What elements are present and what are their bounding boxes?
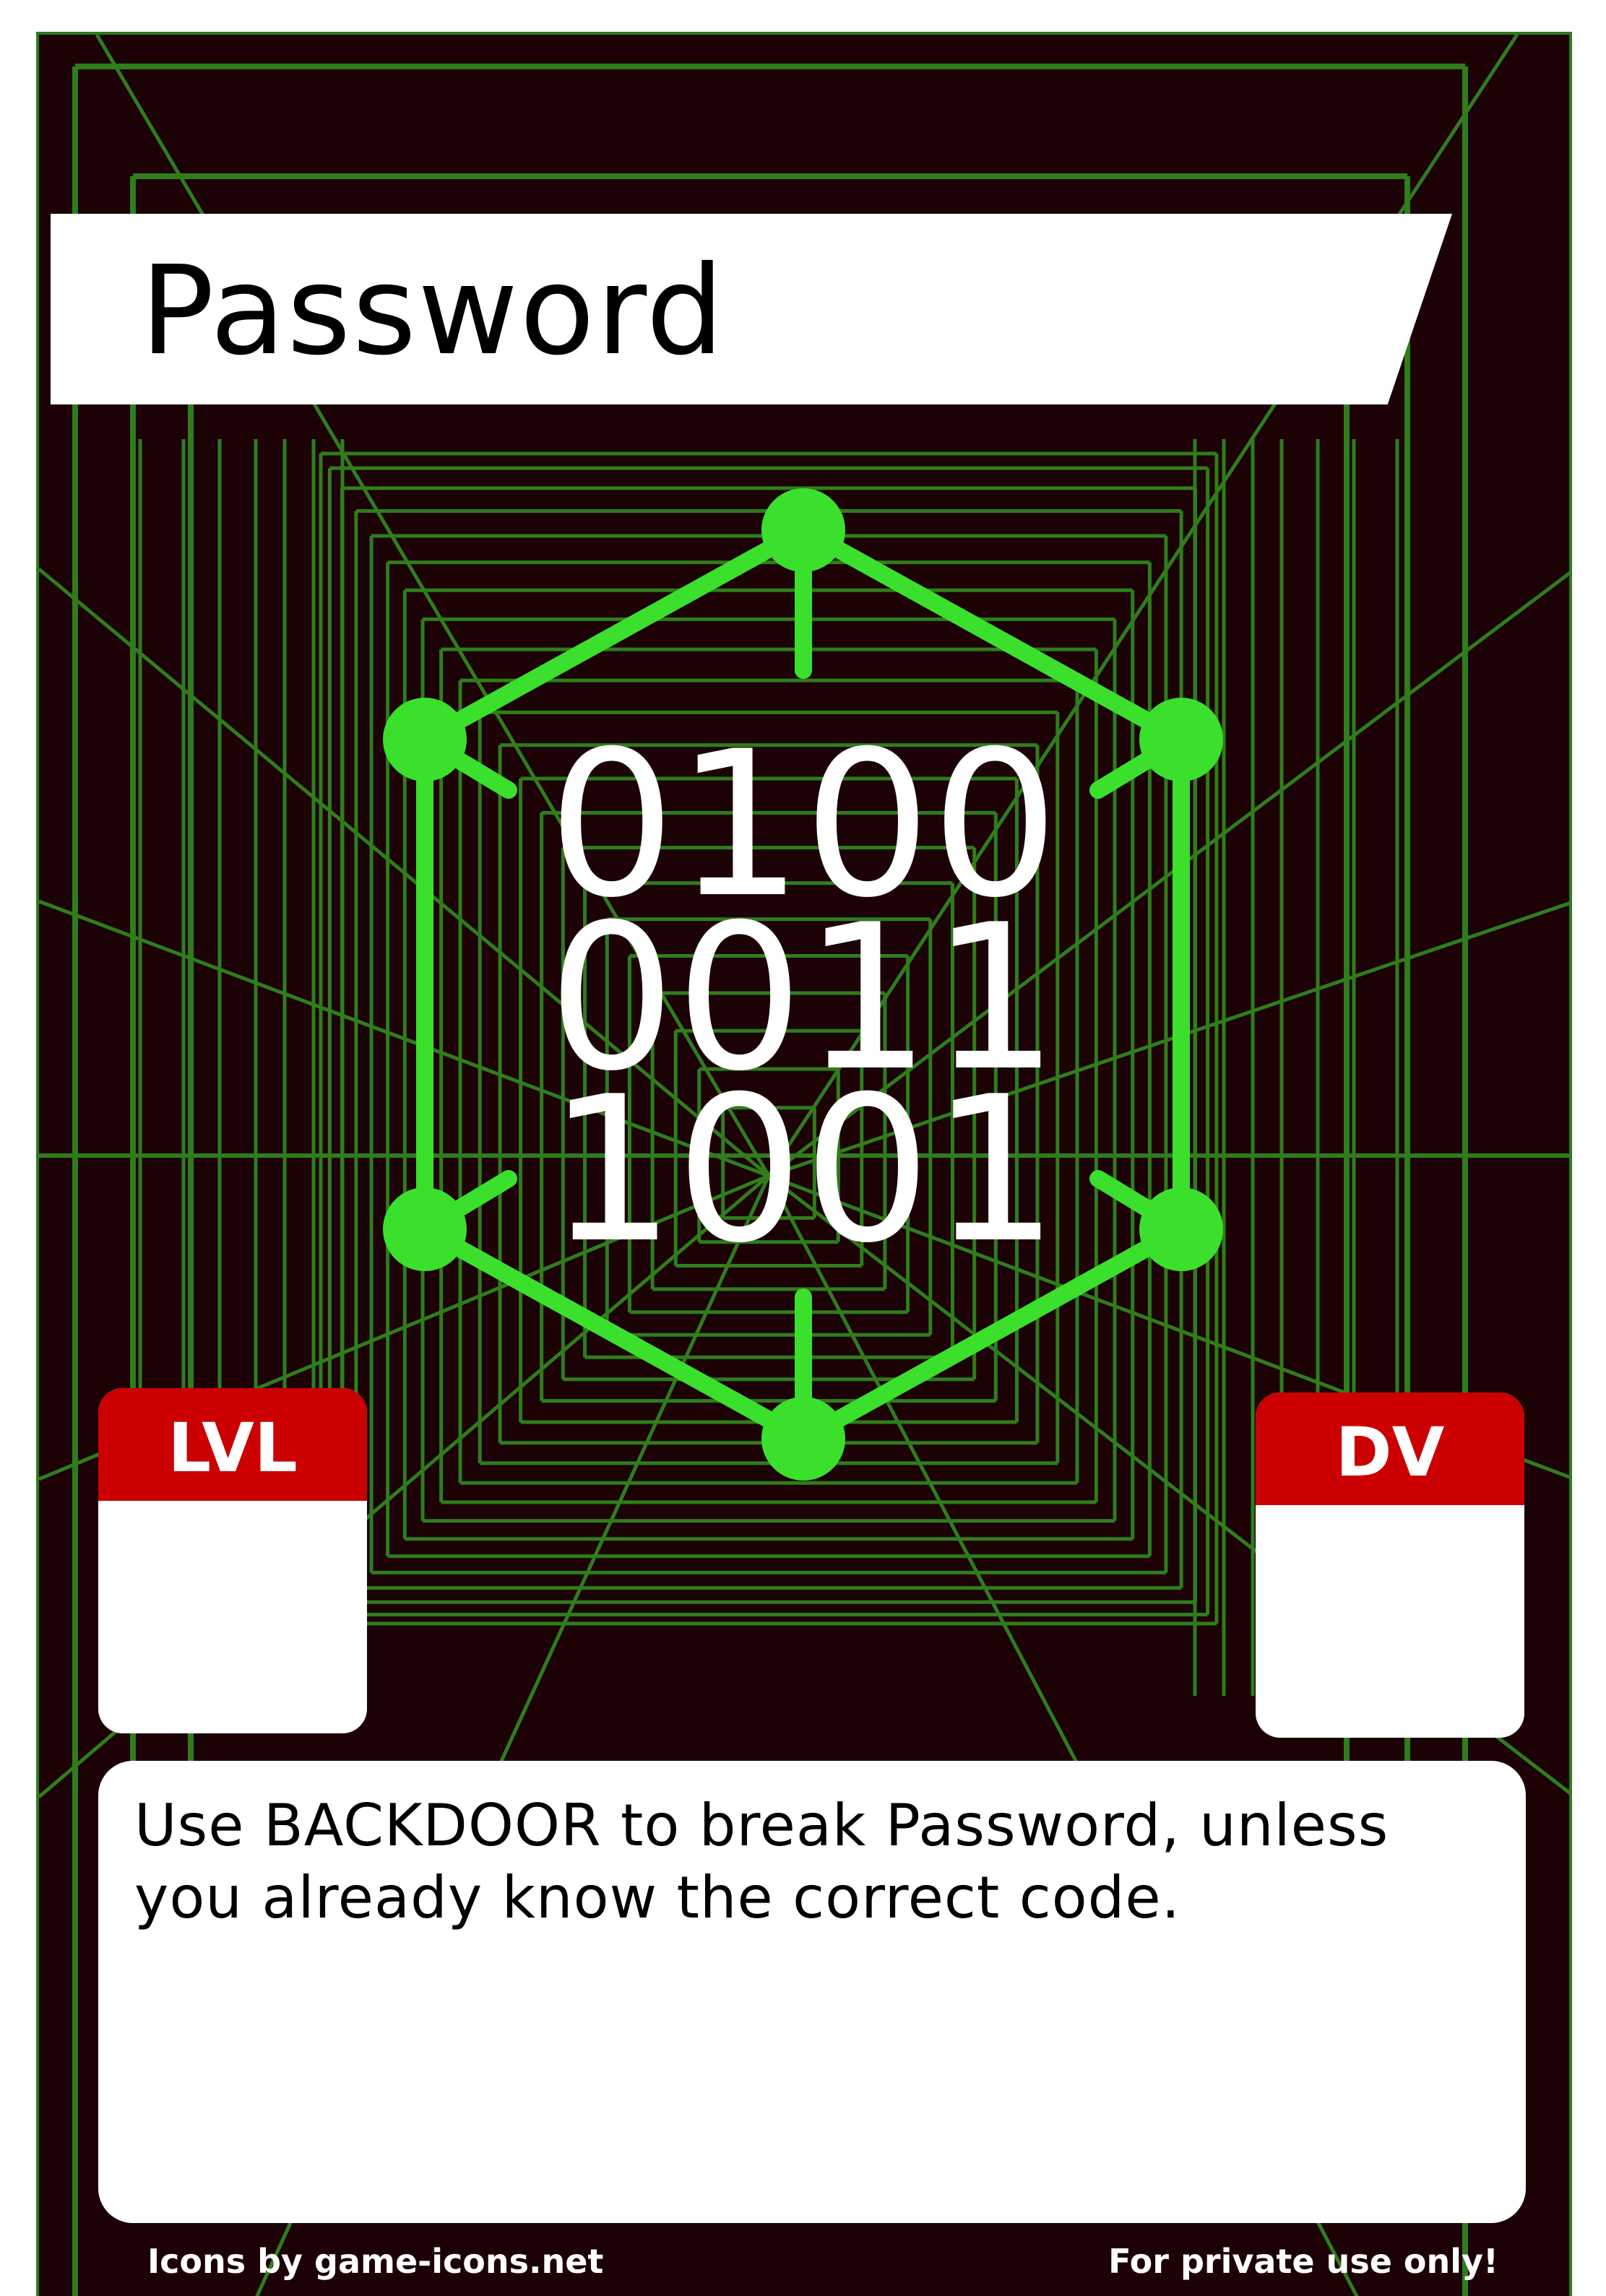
icon-credit: Icons by game-icons.net bbox=[147, 2242, 604, 2281]
game-card: Password 0100 0011 1001 LVL DV Use BACKD… bbox=[36, 32, 1572, 2296]
rules-text: Use BACKDOOR to break Password, unless y… bbox=[134, 1792, 1389, 1931]
binary-line-3: 1001 bbox=[548, 1053, 1059, 1287]
difficulty-value-stat-box: DV bbox=[1256, 1392, 1524, 1738]
level-label: LVL bbox=[98, 1388, 367, 1501]
level-stat-box: LVL bbox=[98, 1388, 367, 1733]
private-use-notice: For private use only! bbox=[1108, 2242, 1498, 2281]
rules-text-box: Use BACKDOOR to break Password, unless y… bbox=[98, 1761, 1526, 2223]
dv-label: DV bbox=[1256, 1392, 1524, 1505]
